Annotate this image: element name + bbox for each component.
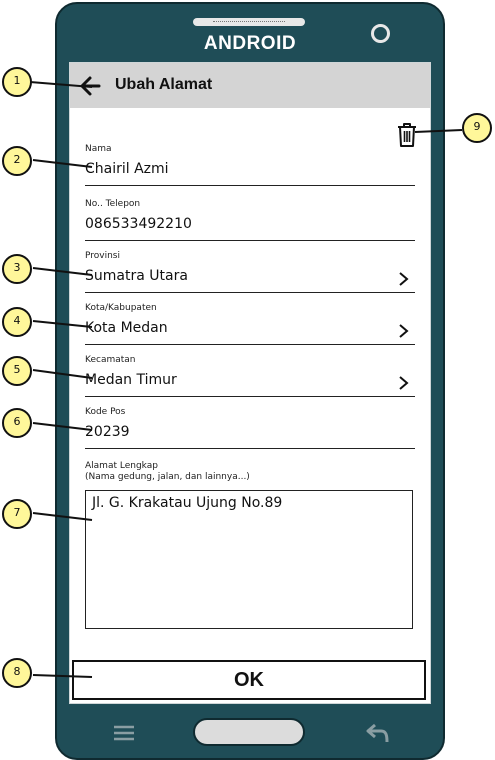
callout-7: 7 [2,499,32,529]
callout-4: 4 [2,307,32,337]
callout-3: 3 [2,254,32,284]
callout-8: 8 [2,658,32,688]
callout-6: 6 [2,408,32,438]
callout-5: 5 [2,356,32,386]
callout-9: 9 [462,113,492,143]
callout-1: 1 [2,67,32,97]
annotation-leaders [29,81,463,678]
callout-2: 2 [2,146,32,176]
